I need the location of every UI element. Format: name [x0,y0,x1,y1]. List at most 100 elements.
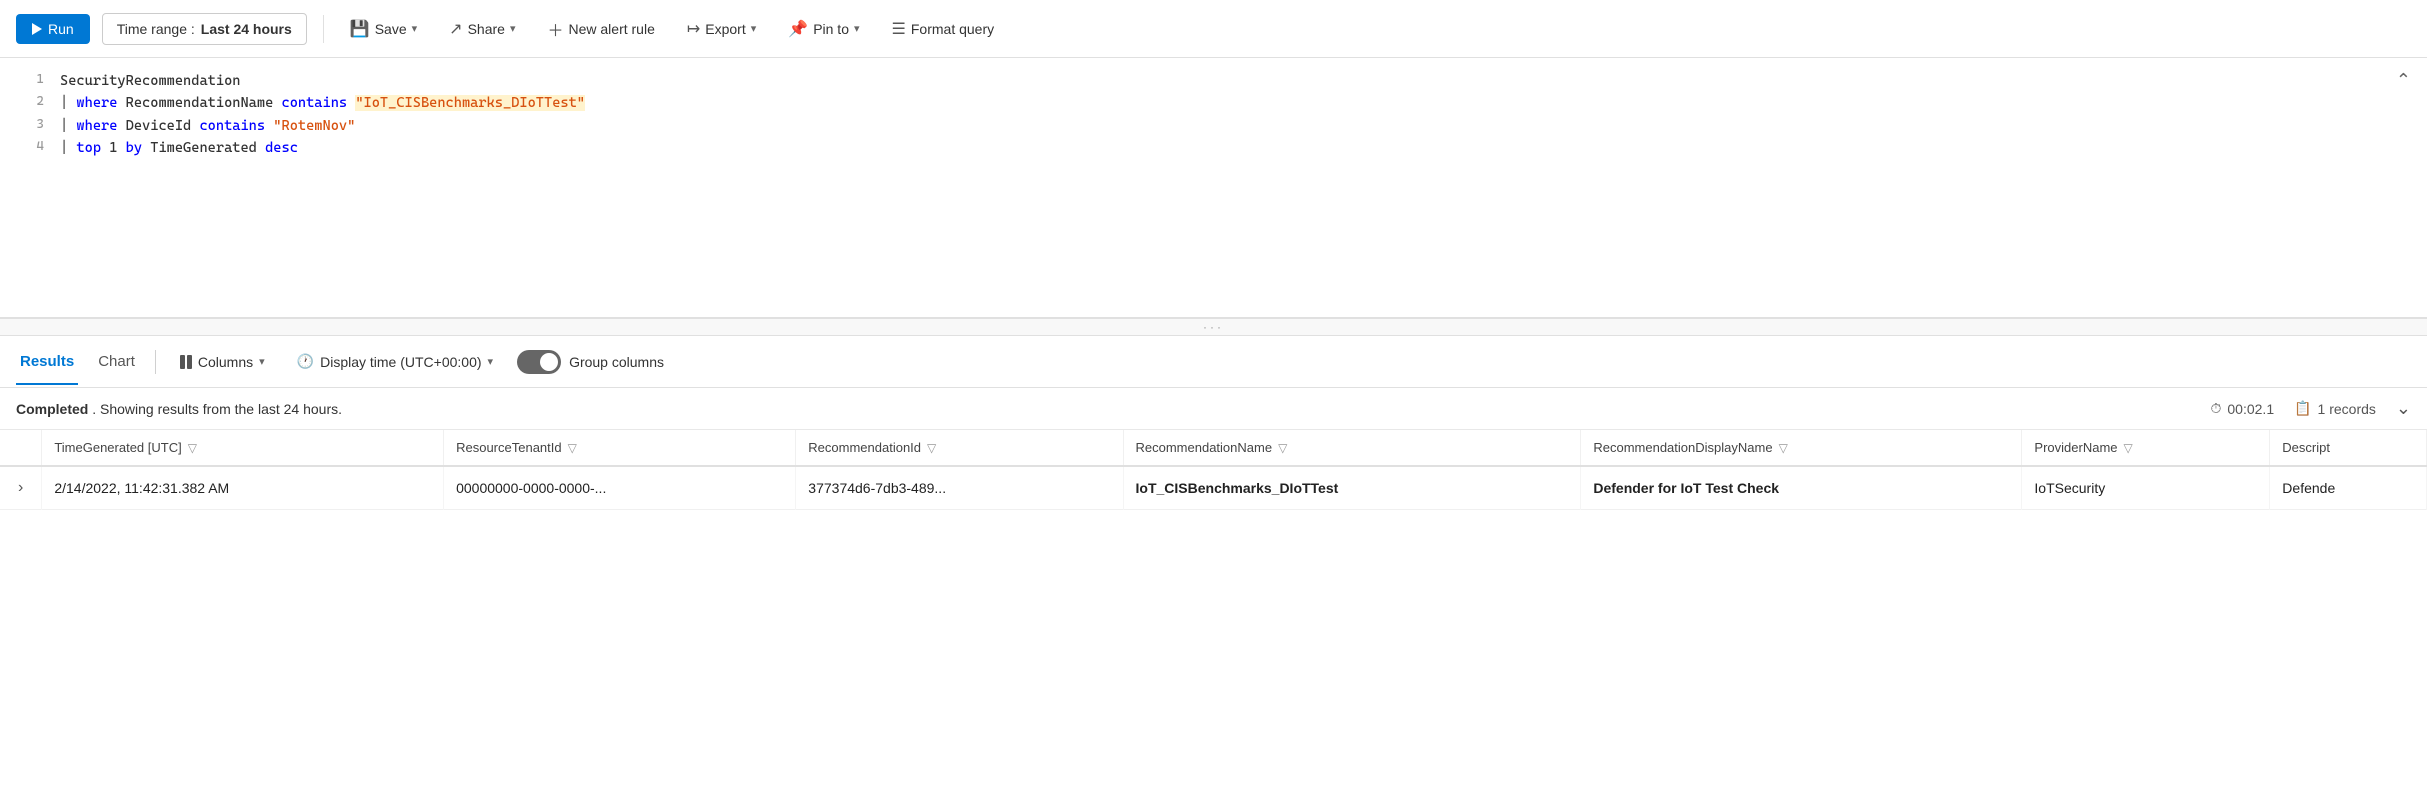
pin-to-button[interactable]: 📌 Pin to ▾ [778,13,869,45]
group-columns-label: Group columns [569,354,664,370]
filter-icon-rec-name[interactable]: ▽ [1278,441,1287,455]
status-right: ⏱ 00:02.1 📋 1 records ⌄ [2210,398,2411,419]
code-line-2-content: | where RecommendationName contains "IoT… [60,92,2411,114]
plus-icon: ＋ [547,17,563,41]
filter-icon-rec-id[interactable]: ▽ [927,441,936,455]
format-query-button[interactable]: ☰ Format query [882,13,1005,45]
group-columns-toggle-container: Group columns [517,350,664,374]
filter-icon-resource[interactable]: ▽ [568,441,577,455]
record-count-metric: 📋 1 records [2294,400,2376,417]
export-button[interactable]: ↦ Export ▾ [677,13,766,45]
export-icon: ↦ [687,19,700,39]
record-count: 1 records [2318,401,2376,417]
th-resource-tenant-id[interactable]: ResourceTenantId ▽ [444,430,796,466]
columns-button[interactable]: Columns ▾ [172,349,273,375]
th-provider-name-label: ProviderName [2034,440,2117,455]
collapse-button[interactable]: ⌃ [2396,70,2411,91]
share-chevron-icon: ▾ [510,22,516,35]
tab-results[interactable]: Results [16,347,78,376]
table-row: › 2/14/2022, 11:42:31.382 AM 00000000-00… [0,466,2427,510]
resize-dots: ··· [1203,320,1224,334]
export-chevron-icon: ▾ [751,22,757,35]
table-header-row: TimeGenerated [UTC] ▽ ResourceTenantId ▽… [0,430,2427,466]
new-alert-button[interactable]: ＋ New alert rule [537,11,664,47]
pin-chevron-icon: ▾ [854,22,860,35]
td-recommendation-name-value: IoT_CISBenchmarks_DIoTTest [1136,480,1339,496]
export-label: Export [705,21,745,37]
code-line-3: 3 | where DeviceId contains "RotemNov" [0,115,2427,137]
code-line-3-content: | where DeviceId contains "RotemNov" [60,115,2411,137]
td-resource-tenant-id: 00000000-0000-0000-... [444,466,796,510]
toggle-knob [540,353,558,371]
code-line-1-content: SecurityRecommendation [60,70,2411,92]
status-desc: . Showing results from the last 24 hours… [92,401,342,417]
time-range-prefix: Time range : [117,21,195,37]
status-left: Completed . Showing results from the las… [16,401,342,417]
format-icon: ☰ [892,19,906,39]
th-description-label: Descript [2282,440,2330,455]
time-range-value: Last 24 hours [201,21,292,37]
td-provider-name-value: IoTSecurity [2034,480,2105,496]
display-time-label: Display time (UTC+00:00) [320,354,481,370]
results-panel: Results Chart Columns ▾ 🕐 Display time (… [0,336,2427,510]
data-table: TimeGenerated [UTC] ▽ ResourceTenantId ▽… [0,430,2427,510]
td-provider-name: IoTSecurity [2022,466,2270,510]
code-line-1: 1 SecurityRecommendation [0,70,2427,92]
th-description[interactable]: Descript [2270,430,2427,466]
th-expand [0,430,42,466]
save-chevron-icon: ▾ [412,22,418,35]
code-line-4: 4 | top 1 by TimeGenerated desc [0,137,2427,159]
share-icon: ↗ [449,19,462,39]
query-time: 00:02.1 [2227,401,2274,417]
th-resource-tenant-id-label: ResourceTenantId [456,440,562,455]
resize-handle[interactable]: ··· [0,318,2427,336]
share-button[interactable]: ↗ Share ▾ [439,13,525,45]
run-button[interactable]: Run [16,14,90,44]
run-label: Run [48,21,74,37]
save-button[interactable]: 💾 Save ▾ [340,13,427,45]
td-time-generated: 2/14/2022, 11:42:31.382 AM [42,466,444,510]
records-icon: 📋 [2294,400,2311,417]
display-time-button[interactable]: 🕐 Display time (UTC+00:00) ▾ [289,348,501,375]
filter-icon-rec-display[interactable]: ▽ [1779,441,1788,455]
td-description-value: Defende [2282,480,2335,496]
filter-icon-time[interactable]: ▽ [188,441,197,455]
status-completed: Completed [16,401,88,417]
filter-icon-provider[interactable]: ▽ [2124,441,2133,455]
play-icon [32,23,42,35]
th-recommendation-display-name[interactable]: RecommendationDisplayName ▽ [1581,430,2022,466]
line-number-2: 2 [16,92,44,113]
results-toolbar-divider [155,350,156,374]
expand-row-button[interactable]: › [12,477,29,499]
th-recommendation-display-name-label: RecommendationDisplayName [1593,440,1772,455]
timer-icon: ⏱ [2210,400,2221,417]
code-editor-wrapper: 1 SecurityRecommendation 2 | where Recom… [0,58,2427,318]
td-expand: › [0,466,42,510]
th-time-generated-label: TimeGenerated [UTC] [54,440,181,455]
save-label: Save [375,21,407,37]
toolbar: Run Time range : Last 24 hours 💾 Save ▾ … [0,0,2427,58]
th-time-generated[interactable]: TimeGenerated [UTC] ▽ [42,430,444,466]
line-number-3: 3 [16,115,44,136]
td-description: Defende [2270,466,2427,510]
time-range-button[interactable]: Time range : Last 24 hours [102,13,307,45]
td-time-generated-value: 2/14/2022, 11:42:31.382 AM [54,480,229,496]
group-columns-toggle[interactable] [517,350,561,374]
th-recommendation-name[interactable]: RecommendationName ▽ [1123,430,1581,466]
th-recommendation-id[interactable]: RecommendationId ▽ [796,430,1123,466]
clock-icon: 🕐 [297,353,314,370]
expand-results-button[interactable]: ⌄ [2396,398,2411,419]
code-line-4-content: | top 1 by TimeGenerated desc [60,137,2411,159]
new-alert-label: New alert rule [568,21,654,37]
code-line-2: 2 | where RecommendationName contains "I… [0,92,2427,114]
results-table: TimeGenerated [UTC] ▽ ResourceTenantId ▽… [0,430,2427,510]
td-recommendation-name: IoT_CISBenchmarks_DIoTTest [1123,466,1581,510]
save-icon: 💾 [350,19,370,39]
tab-chart[interactable]: Chart [94,347,139,376]
th-provider-name[interactable]: ProviderName ▽ [2022,430,2270,466]
th-recommendation-name-label: RecommendationName [1136,440,1273,455]
results-toolbar: Results Chart Columns ▾ 🕐 Display time (… [0,336,2427,388]
format-query-label: Format query [911,21,994,37]
code-editor[interactable]: 1 SecurityRecommendation 2 | where Recom… [0,58,2427,318]
display-time-chevron-icon: ▾ [488,355,494,368]
